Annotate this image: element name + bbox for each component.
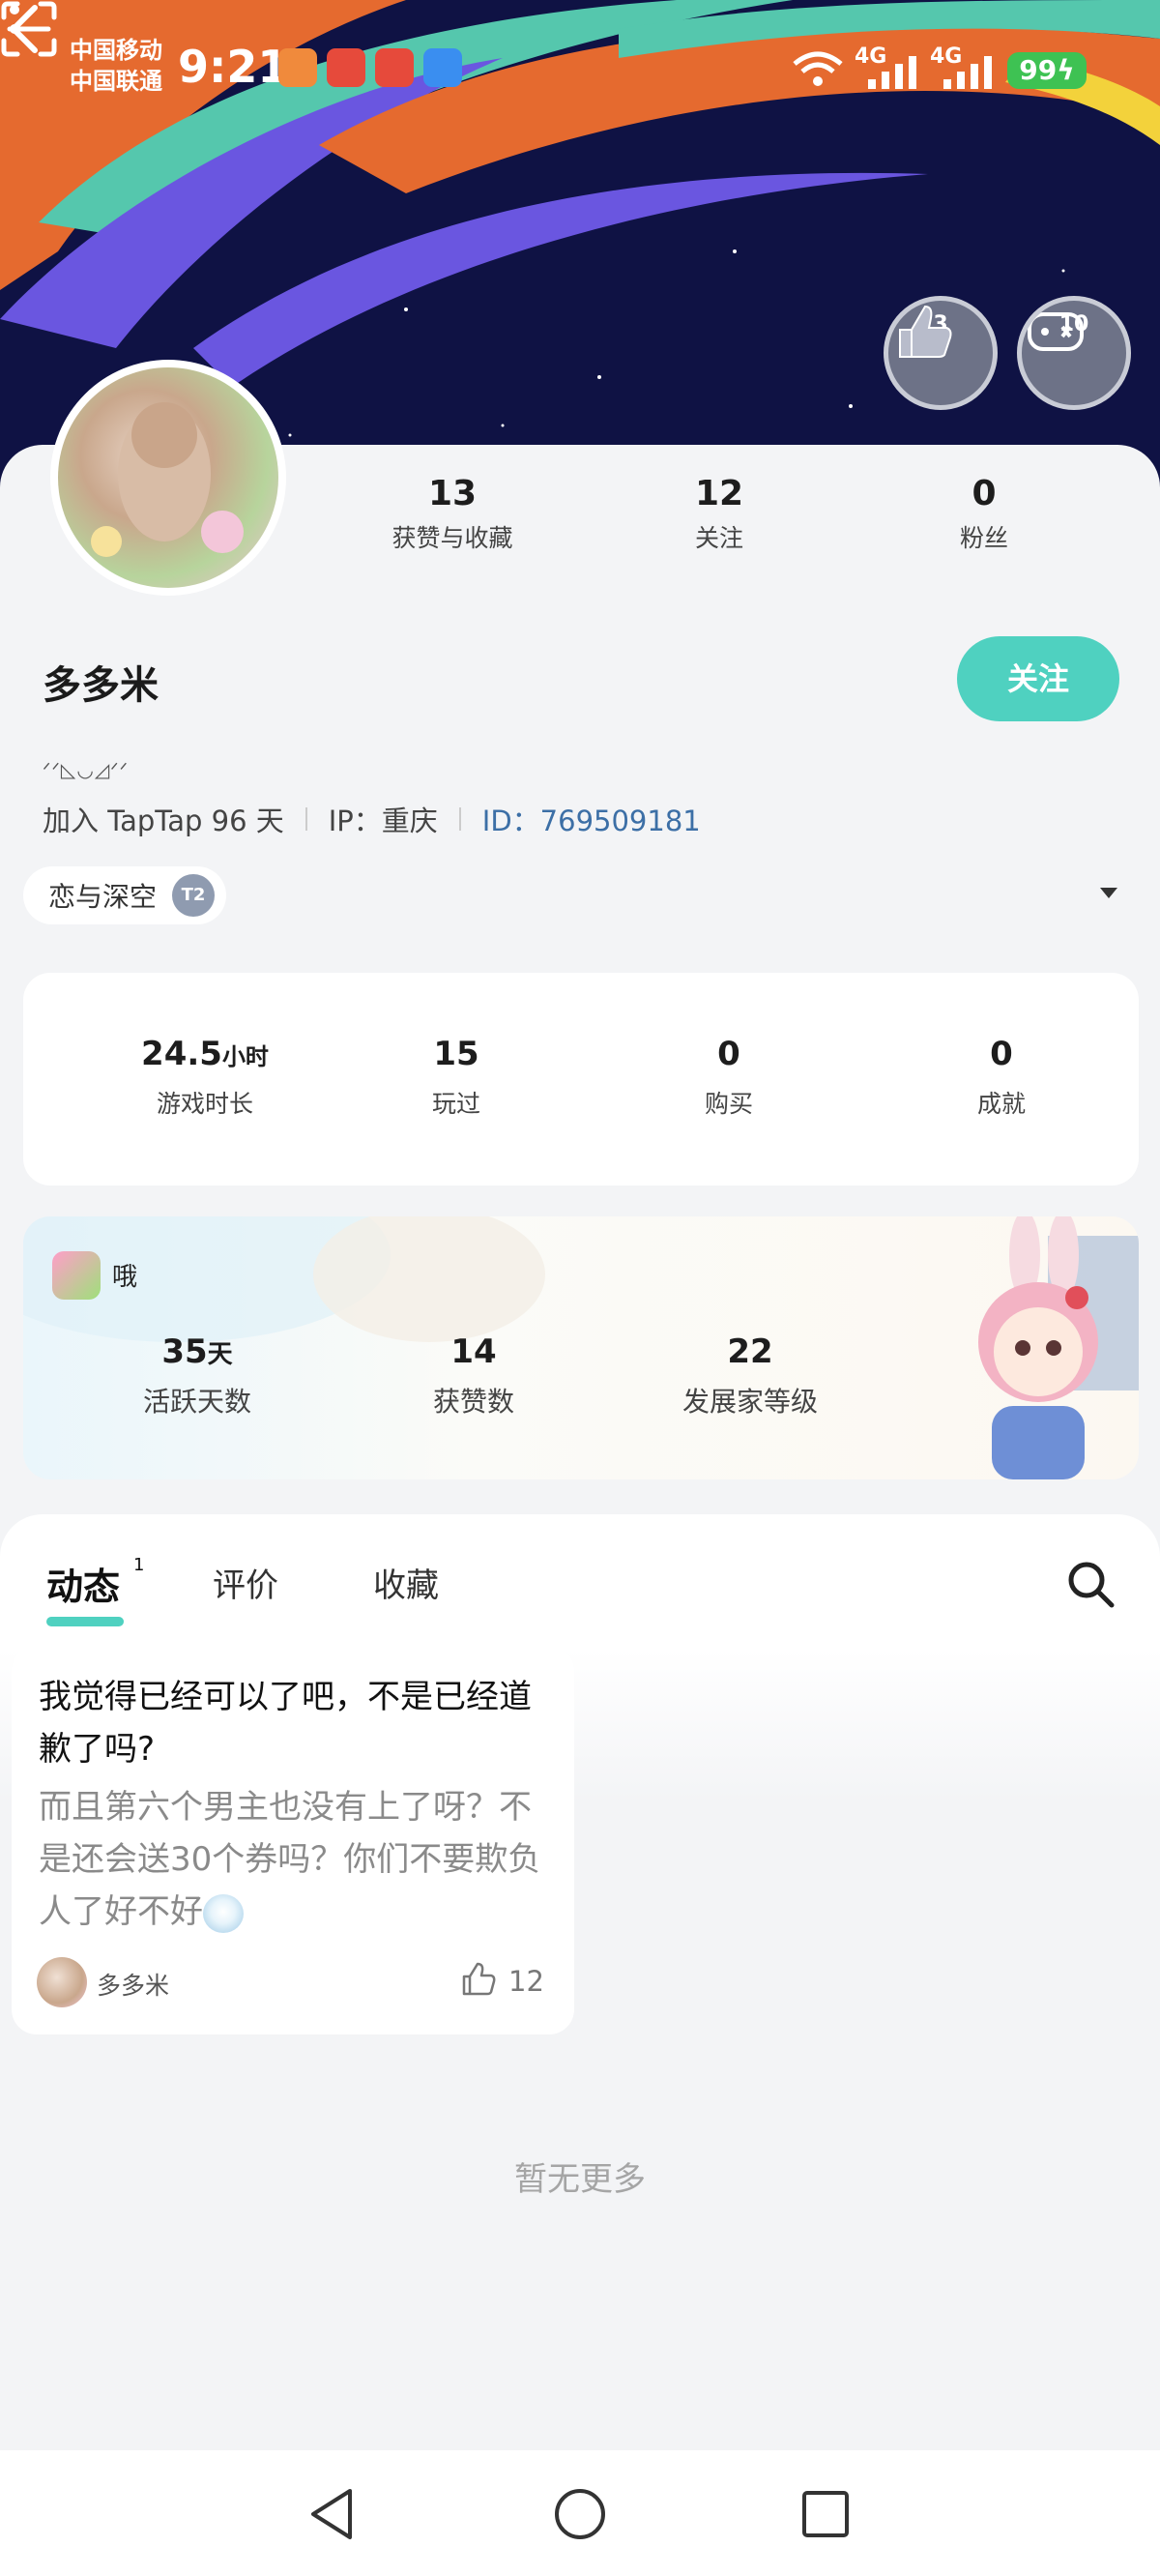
stat-achievements[interactable]: 0 成就 xyxy=(876,1035,1127,1120)
stat-purchased[interactable]: 0 购买 xyxy=(603,1035,855,1120)
joined-days: 加入 TapTap 96 天 xyxy=(43,805,284,837)
like-count: 12 xyxy=(508,1965,544,1998)
search-icon[interactable] xyxy=(1065,1559,1116,1609)
stat-label: 玩过 xyxy=(431,1090,480,1118)
post-title: 我觉得已经可以了吧，不是已经道歉了吗? xyxy=(39,1678,532,1769)
divider xyxy=(458,807,461,831)
no-more-text: 暂无更多 xyxy=(514,2160,646,2199)
stat-value: 24.5 xyxy=(141,1035,222,1073)
app-notification-icon xyxy=(423,48,462,87)
game-chip-label: 恋与深空 xyxy=(48,881,158,913)
wifi-icon xyxy=(793,51,843,86)
stat-value: 14 xyxy=(450,1332,497,1371)
game-stats-card: 24.5小时 游戏时长 15 玩过 0 购买 0 成就 xyxy=(23,973,1139,1186)
stat-value: 0 xyxy=(990,1035,1013,1073)
post-author[interactable]: 多多米 xyxy=(97,1967,169,2002)
nav-back-icon[interactable] xyxy=(302,2483,363,2545)
crying-emoji-icon xyxy=(203,1893,244,1933)
ip-location: IP：重庆 xyxy=(328,805,438,837)
developer-card[interactable]: 哦 35天 活跃天数 14 获赞数 22 发展家等级 xyxy=(23,1216,1139,1479)
stat-label: 活跃天数 xyxy=(142,1386,251,1418)
stat-label: 购买 xyxy=(704,1090,753,1118)
post-body-text: 而且第六个男主也没有上了呀？不是还会送30个券吗？你们不要欺负人了好不好 xyxy=(39,1788,541,1931)
carrier-1: 中国移动 xyxy=(70,37,162,64)
stat-label: 发展家等级 xyxy=(682,1386,818,1418)
game-chip[interactable]: 恋与深空 T2 xyxy=(23,866,227,924)
post-card[interactable]: 我觉得已经可以了吧，不是已经道歉了吗? 而且第六个男主也没有上了呀？不是还会送3… xyxy=(12,1646,574,2034)
developer-game-icon xyxy=(52,1251,101,1300)
signal-icon xyxy=(943,56,992,89)
developer-name: 哦 xyxy=(112,1263,138,1292)
battery-indicator: 99ϟ xyxy=(1007,52,1087,89)
divider xyxy=(304,807,307,831)
stat-label: 关注 xyxy=(694,524,743,552)
user-name: 多多米 xyxy=(43,663,159,708)
stat-play-time[interactable]: 24.5小时 游戏时长 xyxy=(79,1035,331,1120)
clock: 9:21 xyxy=(178,41,289,93)
stat-value: 0 xyxy=(972,474,997,513)
gamepad-icon xyxy=(1028,312,1084,351)
achievement-badge-games[interactable]: 10 xyxy=(1017,296,1131,410)
chevron-down-icon[interactable] xyxy=(1100,888,1117,898)
signal-icon xyxy=(868,56,916,89)
feed-section: 动态 1 评价 收藏 我觉得已经可以了吧，不是已经道歉了吗? 而且第六个男主也没… xyxy=(0,1514,1160,2452)
stat-value: 13 xyxy=(427,474,478,513)
nav-home-icon[interactable] xyxy=(549,2483,611,2545)
app-notification-icon xyxy=(375,48,414,87)
stat-value: 22 xyxy=(727,1332,773,1371)
system-navigation-bar xyxy=(0,2450,1160,2576)
avatar-image xyxy=(58,367,278,588)
status-bar: 中国移动 中国联通 9:21 4G 4G 99ϟ xyxy=(0,0,1160,145)
stat-value: 35 xyxy=(161,1332,208,1371)
tab-moments[interactable]: 动态 xyxy=(46,1557,120,1610)
stat-label: 成就 xyxy=(976,1090,1026,1118)
stat-label: 获赞数 xyxy=(432,1386,514,1418)
follow-button[interactable]: 关注 xyxy=(957,636,1119,721)
tab-moments-count: 1 xyxy=(133,1555,145,1575)
stat-following[interactable]: 12 关注 xyxy=(623,474,816,554)
app-notification-icon xyxy=(327,48,365,87)
user-meta: 加入 TapTap 96 天 IP：重庆 ID：769509181 xyxy=(43,799,701,839)
thumbs-up-icon xyxy=(899,305,952,358)
stat-unit: 小时 xyxy=(221,1043,269,1070)
active-tab-indicator xyxy=(46,1617,124,1626)
avatar-illustration xyxy=(91,402,244,557)
carrier-names: 中国移动 中国联通 xyxy=(70,35,162,97)
author-avatar[interactable] xyxy=(37,1957,87,2007)
stat-active-days: 35天 活跃天数 xyxy=(81,1332,313,1420)
stat-label: 获赞与收藏 xyxy=(392,524,513,552)
charging-icon: ϟ xyxy=(1057,54,1075,86)
stat-value: 0 xyxy=(717,1035,740,1073)
stat-label: 粉丝 xyxy=(959,524,1008,552)
tab-reviews[interactable]: 评价 xyxy=(213,1559,278,1606)
user-bio: ᐟᐟ◺◡◿ᐟᐟ xyxy=(43,758,130,781)
stat-value: 12 xyxy=(694,474,744,513)
avatar[interactable] xyxy=(50,360,286,596)
notification-icons xyxy=(278,48,462,87)
stat-value: 15 xyxy=(433,1035,479,1073)
level-badge-icon: T2 xyxy=(172,874,216,917)
stat-unit: 天 xyxy=(207,1340,233,1369)
user-id[interactable]: ID：769509181 xyxy=(482,799,701,839)
battery-level: 99 xyxy=(1019,54,1058,86)
mascot-illustration xyxy=(978,1216,1139,1479)
nav-recents-icon[interactable] xyxy=(795,2483,856,2545)
carrier-2: 中国联通 xyxy=(70,68,162,95)
stat-like-count: 14 获赞数 xyxy=(358,1332,590,1420)
more-options-button[interactable] xyxy=(0,0,29,48)
stat-played[interactable]: 15 玩过 xyxy=(331,1035,582,1120)
post-body: 而且第六个男主也没有上了呀？不是还会送30个券吗？你们不要欺负人了好不好 xyxy=(39,1781,561,1938)
achievement-badge-likes[interactable]: 3 xyxy=(884,296,998,410)
thumbs-up-icon[interactable] xyxy=(460,1961,497,1998)
tab-favorites[interactable]: 收藏 xyxy=(373,1559,439,1606)
stat-followers[interactable]: 0 粉丝 xyxy=(887,474,1081,554)
stat-developer-level: 22 发展家等级 xyxy=(634,1332,866,1420)
app-notification-icon xyxy=(278,48,317,87)
stat-likes-favorites[interactable]: 13 获赞与收藏 xyxy=(356,474,549,554)
stat-label: 游戏时长 xyxy=(156,1090,253,1118)
